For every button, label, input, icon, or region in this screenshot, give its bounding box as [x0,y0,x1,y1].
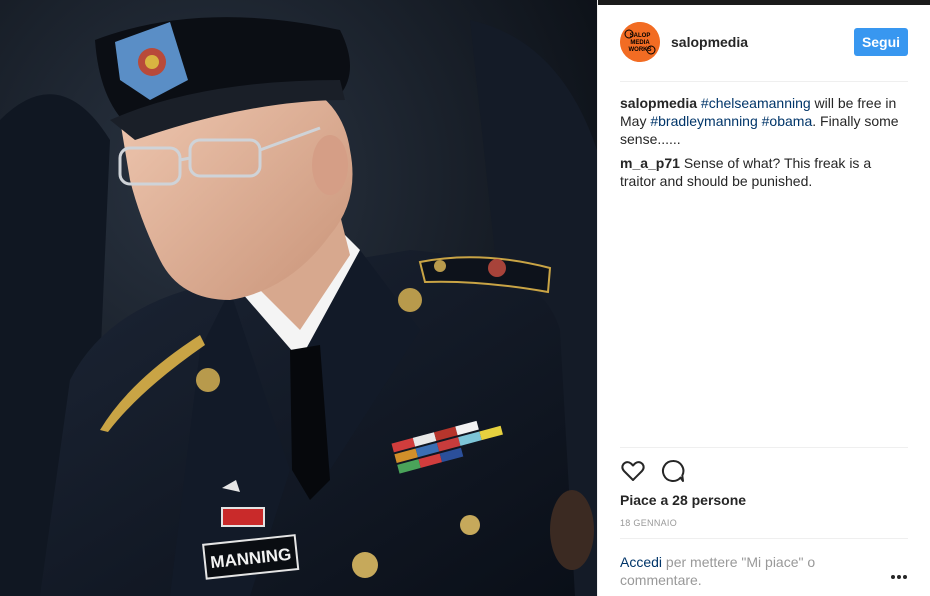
login-link[interactable]: Accedi [620,554,662,570]
avatar-logo-icon: SALOP MEDIA WORKS [620,22,660,62]
comment-username[interactable]: m_a_p71 [620,155,680,171]
hashtag-obama[interactable]: #obama [762,113,813,129]
comment-icon[interactable] [660,458,686,484]
header-divider [620,81,908,82]
avatar-text-line-2: MEDIA [630,40,650,46]
soldier-photo-illustration: MANNING [0,0,597,596]
post-photo[interactable]: MANNING [0,0,597,596]
avatar[interactable]: SALOP MEDIA WORKS [620,22,660,62]
more-options-icon[interactable] [890,570,908,582]
post-username[interactable]: salopmedia [671,34,748,50]
caption-comment: salopmedia #chelseamanning will be free … [620,94,910,148]
panel-top-bar [598,0,930,5]
likes-count[interactable]: Piace a 28 persone [620,492,746,508]
actions-divider [620,447,908,448]
follow-button[interactable]: Segui [854,28,908,56]
hashtag-chelseamanning[interactable]: #chelseamanning [701,95,811,111]
comment-item: m_a_p71 Sense of what? This freak is a t… [620,154,910,190]
comments-list: salopmedia #chelseamanning will be free … [620,94,910,196]
login-prompt: Accedi per mettere "Mi piace" o commenta… [620,553,870,589]
heart-icon[interactable] [620,458,646,484]
post-date: 18 GENNAIO [620,518,678,528]
post-sidebar: SALOP MEDIA WORKS salopmedia Segui salop… [597,0,930,596]
caption-username[interactable]: salopmedia [620,95,697,111]
post-header: SALOP MEDIA WORKS salopmedia Segui [620,22,910,64]
footer-divider [620,538,908,539]
action-bar [620,458,720,484]
avatar-text-line-3: WORKS [629,47,652,53]
avatar-text-line-1: SALOP [630,33,651,39]
hashtag-bradleymanning[interactable]: #bradleymanning [650,113,757,129]
